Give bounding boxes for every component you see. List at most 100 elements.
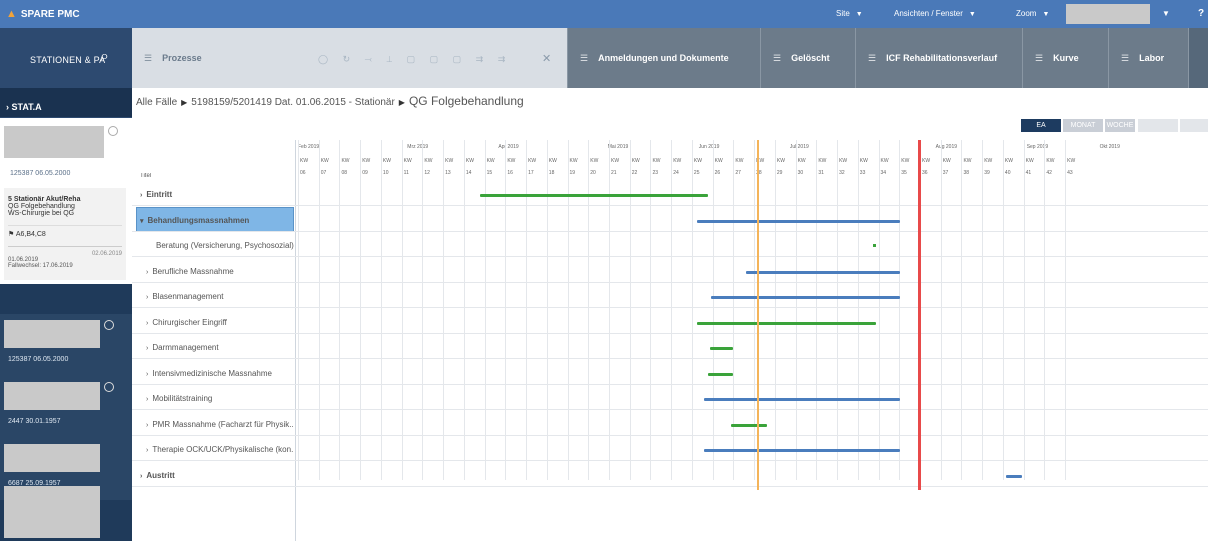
- zoom-menu[interactable]: Zoom ▼: [1016, 9, 1049, 18]
- app-title: SPARE PMC: [20, 8, 80, 20]
- week-number: 37: [942, 170, 949, 176]
- kw-label: KW: [382, 158, 391, 164]
- gantt-row-label[interactable]: › Berufliche Massnahme: [146, 267, 294, 276]
- gantt-milestone[interactable]: [873, 244, 876, 247]
- gantt-row-text: Eintritt: [146, 190, 173, 199]
- gantt-bar[interactable]: [704, 398, 900, 401]
- grid-vline: [588, 140, 590, 480]
- week-number: 36: [921, 170, 928, 176]
- gantt-bar[interactable]: [697, 321, 876, 325]
- patient-photo: [4, 320, 100, 348]
- view-ea-button[interactable]: EA: [1021, 119, 1061, 132]
- gantt-bar[interactable]: [480, 194, 708, 197]
- view-extra-button[interactable]: [1180, 119, 1208, 132]
- gantt-row-text: Blasenmanagement: [152, 292, 224, 301]
- gantt-bar[interactable]: [746, 270, 900, 274]
- gantt-row-label[interactable]: › Mobilitätstraining: [146, 394, 294, 403]
- tab-labor[interactable]: ☰ Labor: [1109, 28, 1189, 88]
- tab-more-button[interactable]: [1189, 28, 1208, 88]
- patient-photo: [4, 382, 100, 410]
- kw-label: KW: [797, 158, 806, 164]
- tab-anmeldungen[interactable]: ☰ Anmeldungen und Dokumente: [568, 28, 761, 88]
- breadcrumb-current: QG Folgebehandlung: [408, 94, 524, 108]
- month-header: Mrz 2019: [407, 144, 429, 150]
- menu-icon: ☰: [1035, 52, 1044, 63]
- week-number: 10: [382, 170, 389, 176]
- gantt-row-label[interactable]: › Darmmanagement: [146, 343, 294, 352]
- patient-card[interactable]: 125387 06.05.2000: [0, 314, 132, 376]
- gantt-row-label[interactable]: › Chirurgischer Eingriff: [146, 318, 294, 327]
- kw-label: KW: [942, 158, 951, 164]
- tab-geloescht[interactable]: ☰ Gelöscht: [761, 28, 856, 88]
- gantt-row-label[interactable]: ▾ Behandlungsmassnahmen: [140, 216, 294, 225]
- search-icon[interactable]: ⌕: [100, 48, 109, 66]
- gantt-bar[interactable]: [697, 219, 900, 223]
- grid-vline: [650, 140, 652, 480]
- week-number: 16: [507, 170, 513, 176]
- kw-label: KW: [548, 158, 557, 164]
- breadcrumb: Alle Fälle ▶ 5198159/5201419 Dat. 01.06.20…: [136, 94, 524, 108]
- grid-vline: [629, 140, 631, 480]
- grid-vline: [961, 140, 963, 480]
- gantt-bar[interactable]: [710, 347, 733, 350]
- tab-kurve[interactable]: ☰ Kurve: [1023, 28, 1109, 88]
- grid-vline: [1044, 140, 1046, 480]
- kw-label: KW: [1046, 158, 1055, 164]
- view-day-button[interactable]: [1138, 119, 1178, 132]
- grid-vline: [318, 140, 320, 480]
- breadcrumb-all[interactable]: Alle Fälle: [136, 97, 177, 108]
- site-menu[interactable]: Site ▼: [836, 9, 863, 18]
- week-number: 09: [362, 170, 368, 176]
- kw-label: KW: [652, 158, 661, 164]
- user-dropdown-icon[interactable]: ▼: [1162, 9, 1170, 18]
- gantt-row-label[interactable]: › PMR Massnahme (Facharzt für Physik...: [146, 420, 294, 429]
- grid-vline: [733, 140, 735, 480]
- gantt-bar[interactable]: [711, 296, 900, 299]
- logo-icon: ▲: [6, 8, 17, 20]
- close-icon[interactable]: ✕: [542, 52, 551, 65]
- app-logo[interactable]: ▲ SPARE PMC: [6, 8, 80, 20]
- patient-select-radio[interactable]: [108, 126, 118, 136]
- gantt-bar[interactable]: [708, 372, 733, 376]
- chevron-right-icon: ›: [146, 268, 149, 276]
- menu-icon: ☰: [868, 52, 877, 63]
- gantt-bar[interactable]: [1006, 474, 1022, 478]
- patient-card-selected[interactable]: 125387 06.05.2000 5 Stationär Akut/Reha …: [0, 118, 132, 284]
- gantt-row-label[interactable]: › Eintritt: [140, 190, 294, 199]
- patient-select-radio[interactable]: [104, 382, 114, 392]
- view-month-button[interactable]: MONAT: [1063, 119, 1103, 132]
- chevron-right-icon: ›: [140, 472, 143, 480]
- gantt-row-label[interactable]: › Therapie OCK/UCK/Physikalische (kon...: [146, 445, 294, 454]
- breadcrumb-case[interactable]: 5198159/5201419 Dat. 01.06.2015 - Statio…: [191, 97, 395, 108]
- grid-vline: [401, 140, 403, 480]
- sidebar-title: STATIONEN & PA: [30, 55, 106, 65]
- grid-vline: [1002, 140, 1004, 480]
- patient-card[interactable]: 2447 30.01.1957: [0, 376, 132, 438]
- marker-line: [757, 140, 759, 490]
- week-number: 35: [901, 170, 907, 176]
- week-number: 21: [610, 170, 617, 176]
- chevron-right-icon: ›: [146, 319, 149, 327]
- month-header: Feb 2019: [298, 144, 320, 150]
- month-header: Aug 2019: [935, 144, 958, 150]
- chevron-right-icon: ›: [146, 447, 149, 454]
- patient-select-radio[interactable]: [104, 320, 114, 330]
- tab-icf[interactable]: ☰ ICF Rehabilitationsverlauf: [856, 28, 1023, 88]
- gantt-bar[interactable]: [731, 423, 767, 427]
- gantt-row-label[interactable]: › Intensivmedizinische Massnahme: [146, 369, 294, 378]
- gantt-row-label[interactable]: Beratung (Versicherung, Psychosozial): [152, 241, 294, 250]
- gantt-row-label[interactable]: › Austritt: [140, 471, 294, 480]
- view-menu[interactable]: Ansichten / Fenster ▼: [894, 9, 976, 18]
- gantt-row-text: Behandlungsmassnahmen: [147, 215, 250, 225]
- gantt-bar[interactable]: [704, 449, 900, 452]
- kw-label: KW: [880, 158, 889, 164]
- station-selector[interactable]: › STAT.A: [0, 88, 132, 118]
- gantt-row-label[interactable]: › Blasenmanagement: [146, 292, 294, 301]
- week-number: 24: [673, 170, 679, 176]
- toolbar-icons[interactable]: ◯ ↻ ⤙ ⟂ ▢ ▢ ▢ ⇉ ⇉: [318, 54, 511, 65]
- help-icon[interactable]: ?: [1198, 8, 1204, 19]
- user-info[interactable]: [1066, 4, 1150, 24]
- chevron-right-icon: ›: [146, 370, 149, 378]
- view-week-button[interactable]: WOCHE: [1105, 119, 1135, 132]
- menu-icon: ☰: [1121, 52, 1130, 63]
